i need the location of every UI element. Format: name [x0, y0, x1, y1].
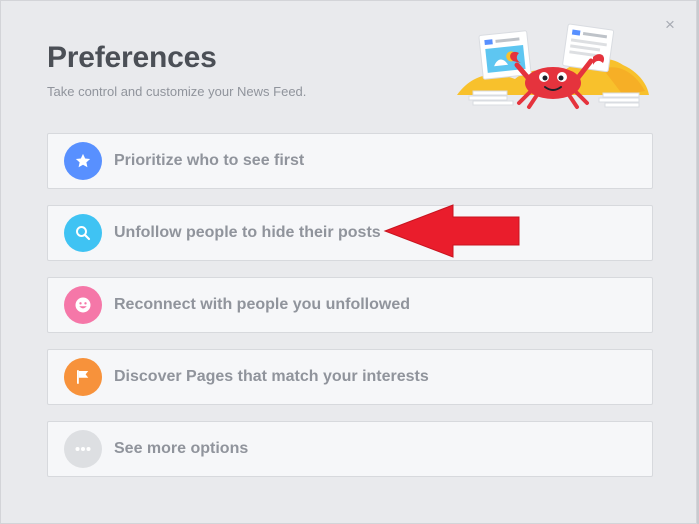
option-label: See more options [114, 440, 249, 457]
option-icon-circle [64, 214, 102, 252]
smiley-icon [75, 297, 91, 313]
option-label: Discover Pages that match your interests [114, 368, 429, 385]
option-icon-circle [64, 142, 102, 180]
option-icon-circle [64, 358, 102, 396]
option-icon-circle [64, 286, 102, 324]
preferences-options-list: Prioritize who to see first Unfollow peo… [47, 133, 653, 493]
dialog-title: Preferences [47, 41, 217, 74]
close-button[interactable]: × [662, 15, 678, 34]
option-see-more[interactable]: See more options [47, 421, 653, 477]
star-icon [75, 153, 91, 168]
more-icon [75, 446, 91, 452]
option-discover-pages[interactable]: Discover Pages that match your interests [47, 349, 653, 405]
preferences-dialog: × Preferences Take control and customize… [0, 0, 697, 524]
search-icon [76, 226, 91, 241]
close-icon: × [665, 15, 675, 34]
option-icon-circle [64, 430, 102, 468]
option-reconnect[interactable]: Reconnect with people you unfollowed [47, 277, 653, 333]
option-prioritize[interactable]: Prioritize who to see first [47, 133, 653, 189]
option-label: Reconnect with people you unfollowed [114, 296, 411, 313]
option-label: Prioritize who to see first [114, 152, 305, 169]
option-label: Unfollow people to hide their posts [114, 224, 381, 241]
annotation-arrow-icon [383, 204, 520, 258]
option-unfollow[interactable]: Unfollow people to hide their posts [47, 205, 653, 261]
flag-icon [77, 370, 89, 384]
crab-illustration [457, 23, 649, 109]
dialog-subtitle: Take control and customize your News Fee… [47, 84, 307, 99]
